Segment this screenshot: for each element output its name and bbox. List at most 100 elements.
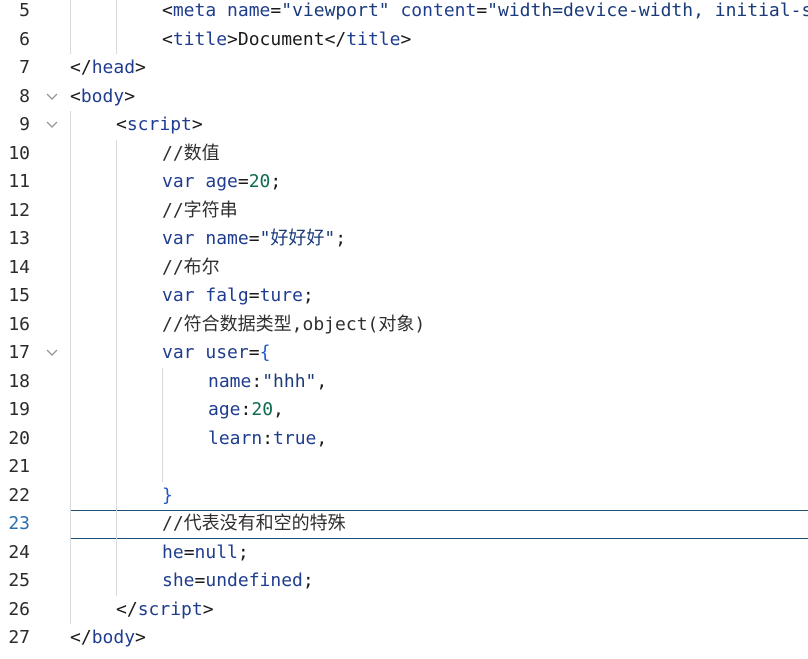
code-line[interactable]: 21 <box>0 453 808 482</box>
code-token: < <box>162 28 173 50</box>
code-token: "width=device-width, initial-s <box>487 0 808 21</box>
code-token: ture <box>259 285 303 306</box>
code-line[interactable]: 18 name:"hhh", <box>0 368 808 397</box>
code-line[interactable]: 9 <script> <box>0 111 808 140</box>
code-token: //符合数据类型,object(对象) <box>162 313 426 335</box>
code-token: > <box>135 627 146 648</box>
line-number: 13 <box>8 228 30 249</box>
code-line[interactable]: 8 <body> <box>0 83 808 112</box>
code-token: true <box>273 427 317 449</box>
code-line[interactable]: 12 //字符串 <box>0 197 808 226</box>
code-token: </ <box>324 28 347 50</box>
code-token: > <box>191 114 203 135</box>
line-number: 24 <box>8 541 30 563</box>
line-number: 22 <box>8 484 30 506</box>
code-token: learn <box>208 427 263 449</box>
code-line[interactable]: 22} <box>0 482 808 511</box>
code-token: < <box>162 0 173 21</box>
code-text: var age=20; <box>162 168 281 197</box>
code-line[interactable]: 6 <title>Document</title> <box>0 26 808 55</box>
code-line[interactable]: 11 var age=20; <box>0 168 808 197</box>
code-token: ; <box>237 541 249 563</box>
line-number: 15 <box>8 285 30 306</box>
fold-chevron-down-icon[interactable] <box>45 91 59 103</box>
code-token: //布尔 <box>162 256 220 278</box>
code-token: } <box>162 484 173 506</box>
code-text: <script> <box>116 111 203 140</box>
code-line[interactable]: 14 //布尔 <box>0 254 808 283</box>
code-token: > <box>202 598 214 620</box>
code-text: age:20, <box>208 396 284 425</box>
code-line[interactable]: 20 learn:true, <box>0 425 808 454</box>
code-token: undefined <box>205 570 303 591</box>
code-line[interactable]: 13 var name="好好好"; <box>0 225 808 254</box>
code-token: , <box>316 370 328 392</box>
code-text: </script> <box>116 596 214 625</box>
code-token: = <box>237 171 249 192</box>
code-token: "hhh" <box>262 370 317 392</box>
code-line[interactable]: 27 </body> <box>0 624 808 653</box>
indent-guide <box>70 111 71 624</box>
line-number: 17 <box>8 342 30 363</box>
code-token: > <box>227 28 238 50</box>
code-line[interactable]: 10 //数值 <box>0 140 808 169</box>
code-token: var <box>162 342 195 363</box>
code-token: 20 <box>251 399 274 420</box>
code-token: </ <box>70 57 92 78</box>
code-token: null <box>194 541 238 563</box>
code-line[interactable]: 17 var user={ <box>0 339 808 368</box>
code-token: ; <box>335 228 347 249</box>
code-text: he=null; <box>162 539 249 568</box>
line-number: 11 <box>8 171 30 192</box>
code-editor[interactable]: 5 <meta name="viewport" content="width=de… <box>0 0 808 659</box>
code-token: var <box>162 285 195 306</box>
line-number: 6 <box>19 28 30 50</box>
line-number: 20 <box>8 427 30 449</box>
code-token: "viewport" <box>281 0 390 21</box>
code-token: > <box>135 57 146 78</box>
indent-guide <box>162 367 163 482</box>
code-token: script <box>137 598 203 620</box>
line-number: 14 <box>8 256 30 278</box>
code-line[interactable]: 7 </head> <box>0 54 808 83</box>
code-text: var name="好好好"; <box>162 225 346 254</box>
code-token: //代表没有和空的特殊 <box>162 513 346 534</box>
code-token: var <box>162 171 195 192</box>
code-line[interactable]: 23 //代表没有和空的特殊 <box>0 510 808 539</box>
code-token: = <box>476 0 488 21</box>
code-text: <title>Document</title> <box>162 26 411 55</box>
code-text: <body> <box>70 83 135 112</box>
code-line[interactable]: 16 //符合数据类型,object(对象) <box>0 311 808 340</box>
code-line[interactable]: 15 var falg=ture; <box>0 282 808 311</box>
fold-chevron-down-icon[interactable] <box>45 347 59 359</box>
code-line[interactable]: 19 age:20, <box>0 396 808 425</box>
code-text: var falg=ture; <box>162 282 314 311</box>
code-token: name <box>208 370 252 392</box>
code-token: falg <box>205 285 249 306</box>
code-text: //代表没有和空的特殊 <box>162 510 346 539</box>
code-line[interactable]: 24 he=null; <box>0 539 808 568</box>
code-text: //数值 <box>162 140 220 169</box>
code-line[interactable]: 26 </script> <box>0 596 808 625</box>
line-number: 26 <box>8 598 30 620</box>
code-token: body <box>80 85 125 107</box>
line-number: 12 <box>8 199 30 221</box>
code-token: Document <box>237 28 325 50</box>
line-number: 23 <box>8 513 30 534</box>
code-line[interactable]: 5 <meta name="viewport" content="width=de… <box>0 0 808 26</box>
code-line[interactable]: 25 she=undefined; <box>0 567 808 596</box>
line-number: 16 <box>8 313 30 335</box>
code-token: he <box>162 541 184 563</box>
code-token: script <box>126 114 192 135</box>
code-text: <meta name="viewport" content="width=dev… <box>162 0 808 26</box>
line-number: 27 <box>8 627 30 648</box>
fold-chevron-down-icon[interactable] <box>45 119 59 131</box>
code-token: = <box>183 541 195 563</box>
code-text: } <box>162 482 173 511</box>
code-token: //数值 <box>162 142 220 164</box>
code-token: < <box>70 85 81 107</box>
